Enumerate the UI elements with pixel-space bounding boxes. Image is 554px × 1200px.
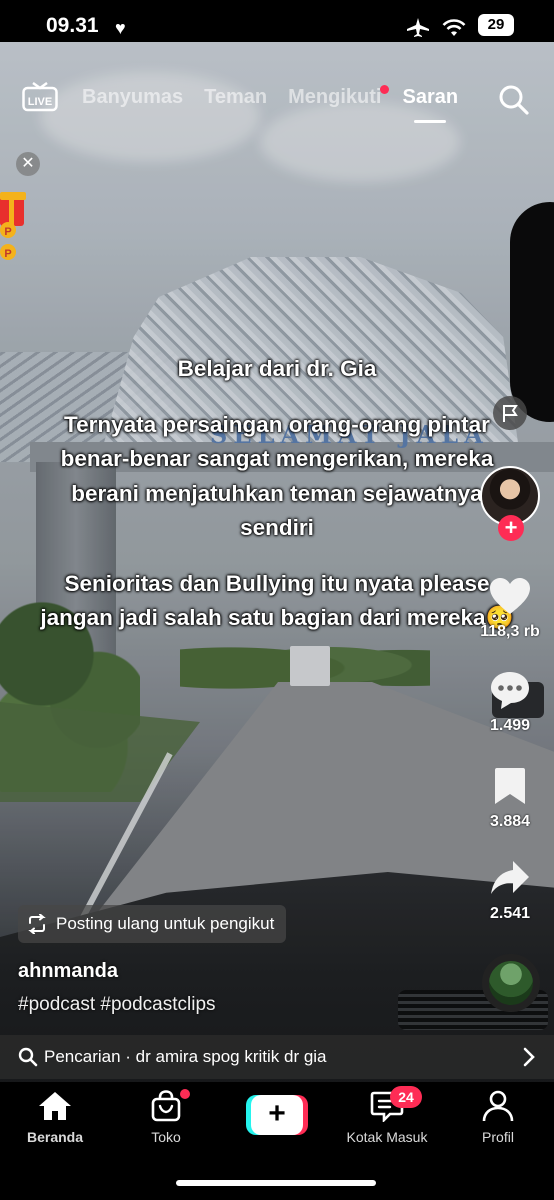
caption-paragraph: Ternyata persaingan orang-orang pintar b… (60, 411, 494, 541)
notification-dot (180, 1089, 190, 1099)
like-count: 118,3 rb (480, 623, 540, 640)
creator-username[interactable]: ahnmanda (18, 960, 118, 983)
nav-profile[interactable]: Profil (453, 1090, 543, 1145)
feed-tabs: Banyumas Teman Mengikuti Saran (82, 85, 458, 123)
tab-mengikuti-label: Mengikuti (288, 86, 382, 108)
caption-paragraph: Senioritas dan Bullying itu nyata please… (40, 570, 514, 631)
repost-button[interactable]: Posting ulang untuk pengikut (18, 905, 287, 943)
create-button[interactable]: + (246, 1095, 308, 1135)
post-hashtags[interactable]: #podcast #podcastclips (18, 994, 216, 1016)
bookmark-icon (495, 768, 525, 804)
svg-text:P: P (4, 248, 11, 260)
video-caption: Belajar dari dr. Gia Ternyata persaingan… (40, 352, 514, 636)
tab-banyumas[interactable]: Banyumas (82, 86, 183, 109)
shopping-bag-icon (151, 1090, 181, 1122)
gift-reward-icon[interactable]: P P (0, 188, 32, 272)
caption-title: Belajar dari dr. Gia (177, 356, 377, 381)
tab-saran[interactable]: Saran (402, 86, 458, 123)
save-count: 3.884 (489, 813, 531, 830)
share-count: 2.541 (489, 905, 531, 922)
comment-icon (491, 672, 529, 709)
live-icon[interactable]: LIVE (22, 82, 58, 112)
svg-text:LIVE: LIVE (28, 96, 52, 108)
heart-icon: ♥ (115, 18, 126, 38)
home-indicator (176, 1180, 376, 1186)
follow-plus-button[interactable]: + (498, 515, 524, 541)
status-time: 09.31 (46, 14, 99, 37)
comment-count: 1.499 (489, 717, 531, 734)
search-icon[interactable] (498, 84, 530, 116)
profile-icon (482, 1090, 514, 1122)
nav-profile-label: Profil (482, 1129, 514, 1145)
repost-label: Posting ulang untuk pengikut (56, 914, 275, 933)
notification-dot (380, 85, 390, 94)
svg-text:P: P (4, 226, 11, 238)
tab-mengikuti[interactable]: Mengikuti (288, 85, 390, 109)
search-icon (18, 1047, 38, 1067)
nav-shop-label: Toko (151, 1129, 181, 1145)
inbox-badge: 24 (390, 1086, 422, 1108)
wifi-icon (442, 19, 466, 36)
nav-home[interactable]: Beranda (10, 1090, 100, 1145)
chevron-right-icon (523, 1047, 535, 1067)
status-bar: 09.31 ♥ 29 (0, 0, 554, 42)
nav-shop[interactable]: Toko (121, 1089, 211, 1145)
search-suggestion-prefix: Pencarian · (44, 1047, 136, 1066)
nav-home-label: Beranda (26, 1129, 84, 1145)
search-suggestion-query: dr amira spog kritik dr gia (135, 1047, 327, 1066)
save-button[interactable]: 3.884 (480, 766, 540, 831)
close-icon[interactable]: ✕ (16, 152, 40, 176)
nav-inbox[interactable]: 24 Kotak Masuk (342, 1086, 432, 1145)
repost-icon (28, 914, 46, 934)
airplane-icon (407, 18, 429, 37)
share-button[interactable]: 2.541 (480, 858, 540, 923)
nav-inbox-label: Kotak Masuk (346, 1129, 428, 1145)
search-suggestion-bar[interactable]: Pencarian · dr amira spog kritik dr gia (0, 1035, 554, 1079)
share-arrow-icon (491, 861, 529, 894)
tab-teman[interactable]: Teman (204, 86, 267, 109)
search-suggestion-text: Pencarian · dr amira spog kritik dr gia (44, 1047, 327, 1067)
flag-icon[interactable] (493, 396, 527, 430)
home-icon (39, 1092, 71, 1120)
comment-button[interactable]: 1.499 (480, 670, 540, 735)
plus-icon: + (251, 1095, 303, 1135)
like-button[interactable]: 118,3 rb (480, 576, 540, 641)
heart-icon (490, 578, 530, 614)
music-disc[interactable] (482, 954, 540, 1012)
battery-indicator: 29 (478, 14, 514, 36)
top-nav: LIVE Banyumas Teman Mengikuti Saran (0, 78, 554, 123)
